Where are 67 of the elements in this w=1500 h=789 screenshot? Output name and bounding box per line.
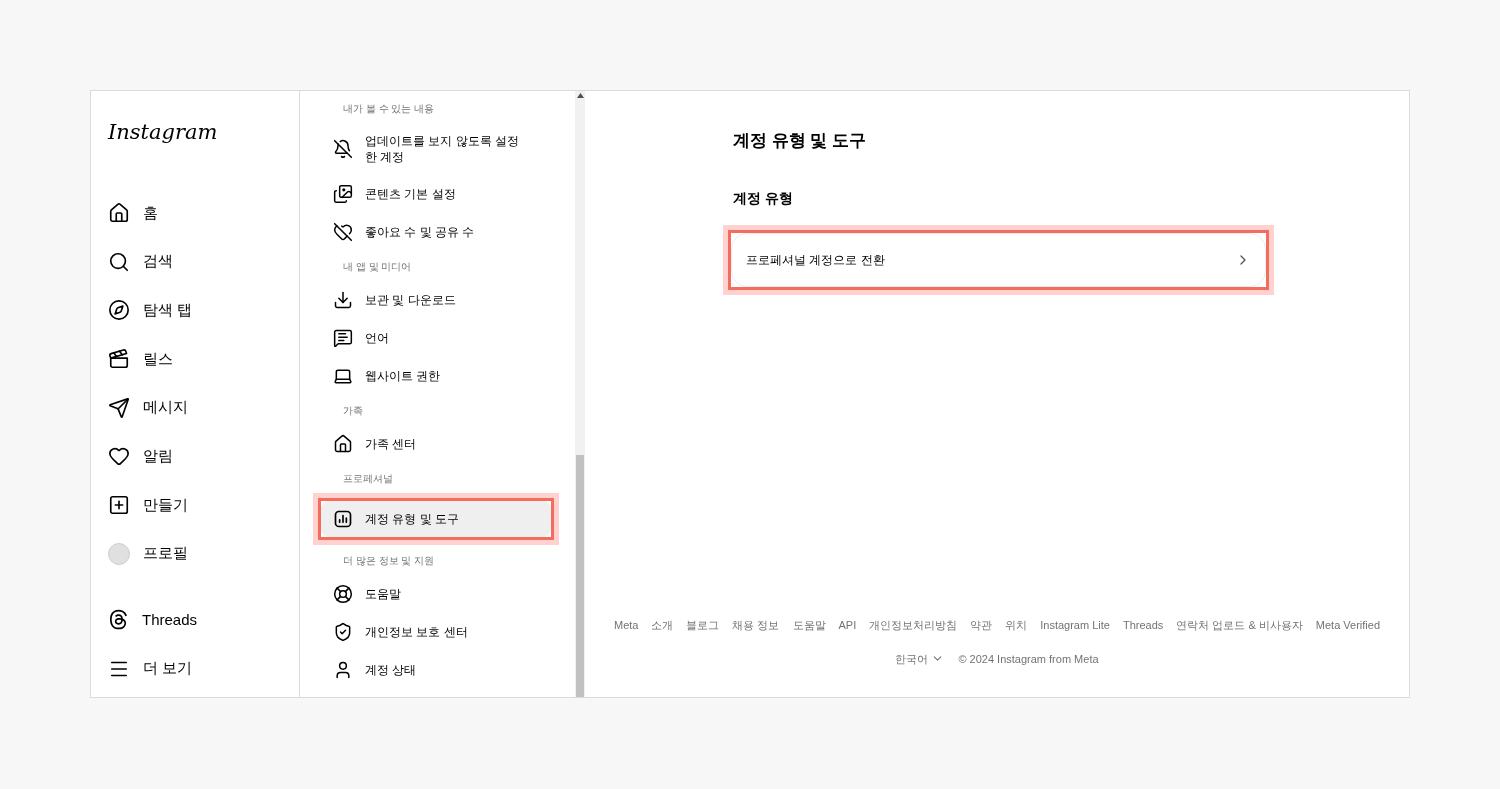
footer-link[interactable]: API <box>838 617 857 634</box>
home-icon <box>108 201 130 224</box>
footer-link[interactable]: 개인정보처리방침 <box>869 617 958 634</box>
section-heading: 가족 <box>342 403 364 418</box>
laptop-icon <box>333 366 353 386</box>
heart-off-icon <box>333 222 353 242</box>
nav-item[interactable]: Threads <box>108 595 282 645</box>
switch-professional-button[interactable]: 프로페셔널 계정으로 전환 <box>731 232 1266 287</box>
language-select[interactable]: 한국어 <box>895 650 945 667</box>
shield-icon <box>333 622 353 642</box>
footer-link[interactable]: 약관 <box>970 617 993 634</box>
footer-link[interactable]: Meta Verified <box>1315 617 1380 634</box>
nav-item[interactable]: 만들기 <box>108 480 282 530</box>
footer-link[interactable]: Meta <box>613 617 639 634</box>
footer-link[interactable]: 연락처 업로드 & 비사용자 <box>1176 617 1303 634</box>
clapperboard-icon <box>108 347 130 370</box>
settings-item[interactable]: 언어 <box>321 319 551 357</box>
nav-item[interactable]: 검색 <box>108 237 282 286</box>
images-icon <box>333 184 353 204</box>
footer-link[interactable]: 소개 <box>651 617 674 634</box>
scroll-up-icon[interactable] <box>576 93 584 98</box>
nav-item[interactable]: 릴스 <box>108 334 282 384</box>
plus-square-icon <box>108 493 130 516</box>
page-title: 계정 유형 및 도구 <box>733 130 868 152</box>
settings-item[interactable]: 보관 및 다운로드 <box>321 281 551 319</box>
nav-item[interactable]: 탐색 탭 <box>108 285 282 335</box>
bell-off-icon <box>333 139 353 159</box>
nav-item[interactable]: 더 보기 <box>108 644 282 693</box>
scrollbar-thumb[interactable] <box>576 455 584 697</box>
footer-link[interactable]: 도움말 <box>792 617 826 634</box>
section-heading: 더 많은 정보 및 지원 <box>342 553 436 568</box>
nav-item[interactable]: 홈 <box>108 188 282 238</box>
compass-icon <box>108 299 130 322</box>
lifebuoy-icon <box>333 584 353 604</box>
footer-link[interactable]: Threads <box>1122 617 1164 634</box>
section-title: 계정 유형 <box>733 188 794 208</box>
section-heading: 내 앱 및 미디어 <box>342 259 413 274</box>
heart-icon <box>108 445 130 468</box>
chat-icon <box>333 328 353 348</box>
house-icon <box>333 434 353 454</box>
footer-link[interactable]: 블로그 <box>686 617 720 634</box>
search-icon <box>108 250 130 273</box>
settings-item[interactable]: 가족 센터 <box>321 425 551 463</box>
settings-item[interactable]: 계정 상태 <box>321 651 551 689</box>
footer-link[interactable]: 위치 <box>1005 617 1028 634</box>
instagram-logo[interactable]: Instagram <box>108 117 218 149</box>
nav-item[interactable]: 프로필 <box>108 529 282 578</box>
settings-item[interactable]: 개인정보 보호 센터 <box>321 613 551 651</box>
section-heading: 프로페셔널 <box>342 471 394 486</box>
avatar-icon <box>108 542 130 565</box>
settings-item[interactable]: 웹사이트 권한 <box>321 357 551 395</box>
user-icon <box>333 660 353 680</box>
threads-icon <box>108 609 129 631</box>
settings-item[interactable]: 업데이트를 보지 않도록 설정한 계정 <box>321 123 551 175</box>
settings-item[interactable]: 콘텐츠 기본 설정 <box>321 175 551 213</box>
footer-link[interactable]: Instagram Lite <box>1040 617 1110 634</box>
download-icon <box>333 290 353 310</box>
send-icon <box>108 396 130 419</box>
nav-item[interactable]: 알림 <box>108 431 282 481</box>
section-heading: 내가 볼 수 있는 내용 <box>342 101 436 116</box>
nav-item[interactable]: 메시지 <box>108 383 282 432</box>
copyright: © 2024 Instagram from Meta <box>958 651 1099 667</box>
chart-icon <box>333 509 353 529</box>
settings-item[interactable]: 도움말 <box>321 575 551 613</box>
settings-item[interactable]: 계정 유형 및 도구 <box>321 501 551 537</box>
footer-link[interactable]: 채용 정보 <box>732 617 780 634</box>
settings-item[interactable]: 좋아요 수 및 공유 수 <box>321 213 551 251</box>
